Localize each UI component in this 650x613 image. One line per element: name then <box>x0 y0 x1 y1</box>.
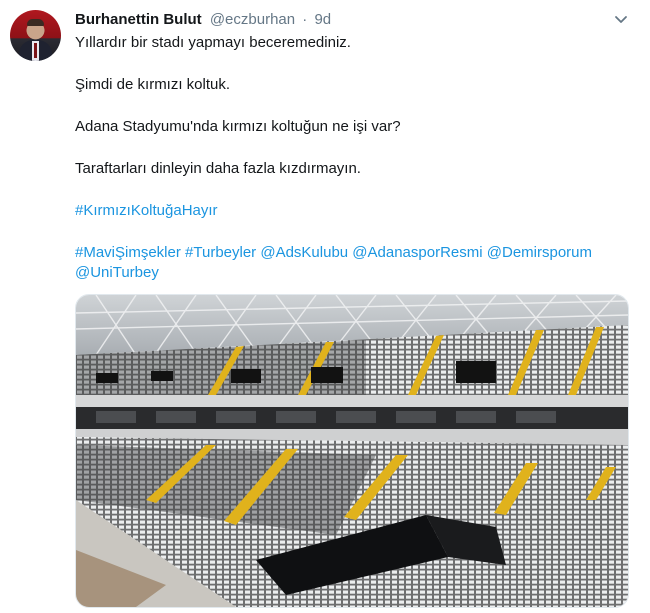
hashtag-turbeyler[interactable]: #Turbeyler <box>185 244 256 261</box>
mention-adanasporresmi[interactable]: @AdanasporResmi <box>352 244 482 261</box>
stadium-photo <box>76 295 628 607</box>
concourse <box>76 395 628 407</box>
tweet-photo[interactable] <box>75 294 629 608</box>
tweet-line-1: Yıllardır bir stadı yapmayı beceremedini… <box>75 34 351 51</box>
author-handle[interactable]: @eczburhan <box>210 11 295 28</box>
separator-dot: · <box>302 11 308 28</box>
tweet-header: Burhanettin Bulut @eczburhan · 9d <box>75 10 331 30</box>
mentions-line: #MaviŞimşekler #Turbeyler @AdsKulubu @Ad… <box>75 243 625 283</box>
tweet-line-2: Şimdi de kırmızı koltuk. <box>75 76 231 93</box>
avatar[interactable] <box>10 10 61 61</box>
chevron-down-icon[interactable] <box>612 10 630 28</box>
hashtag-mavi-simsekler[interactable]: #MaviŞimşekler <box>75 244 181 261</box>
tweet-body: Yıllardır bir stadı yapmayı beceremedini… <box>75 33 625 283</box>
tweet: Burhanettin Bulut @eczburhan · 9d Yıllar… <box>0 0 650 613</box>
tweet-line-4: Taraftarları dinleyin daha fazla kızdırm… <box>75 160 361 177</box>
avatar-hair <box>27 19 44 26</box>
tweet-line-3: Adana Stadyumu'nda kırmızı koltuğun ne i… <box>75 118 401 135</box>
hashtag-kirmizi-koltuga-hayir[interactable]: #KırmızıKoltuğaHayır <box>75 202 218 219</box>
author-name[interactable]: Burhanettin Bulut <box>75 11 202 28</box>
hashtag-line: #KırmızıKoltuğaHayır <box>75 201 625 221</box>
tweet-time[interactable]: 9d <box>314 11 331 28</box>
mention-demirsporum[interactable]: @Demirsporum <box>487 244 592 261</box>
mention-adskulubu[interactable]: @AdsKulubu <box>260 244 348 261</box>
mention-uniturbey[interactable]: @UniTurbey <box>75 264 159 281</box>
avatar-tie <box>34 43 37 58</box>
